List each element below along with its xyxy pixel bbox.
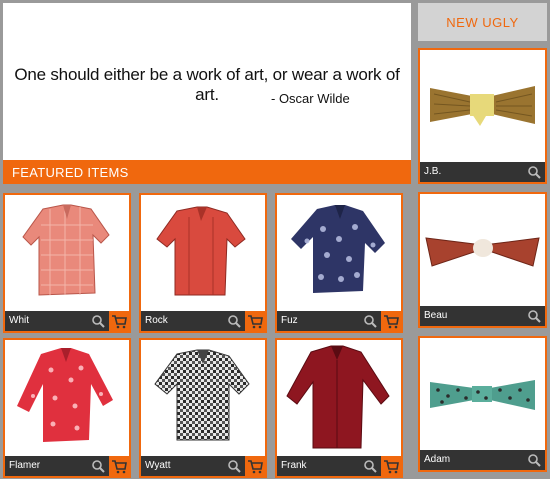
cart-icon [112,315,127,329]
product-card-rock[interactable]: Rock [139,193,267,333]
product-name: Adam [424,454,451,465]
shirt-image [156,206,246,296]
bowtie-image [425,237,540,267]
cart-icon [384,460,399,474]
shirt-image [286,345,390,449]
card-footer: Wyatt [141,456,265,476]
card-footer: J.B. [420,162,545,182]
cart-icon [248,460,263,474]
add-to-cart-button[interactable] [245,311,265,331]
featured-items-title: FEATURED ITEMS [12,165,129,180]
bowtie-card-adam[interactable]: Adam [418,336,547,472]
add-to-cart-button[interactable] [109,311,129,331]
product-name: Flamer [9,460,41,471]
card-footer: Fuz [277,311,401,331]
product-card-whit[interactable]: Whit [3,193,131,333]
bowtie-card-jb[interactable]: J.B. [418,48,547,184]
quote-author: - Oscar Wilde [271,91,350,106]
bowtie-image [430,86,535,126]
product-card-wyatt[interactable]: Wyatt [139,338,267,478]
cart-icon [248,315,263,329]
add-to-cart-button[interactable] [109,456,129,476]
magnifier-icon[interactable] [91,459,105,473]
shirt-image [17,348,113,442]
card-footer: Adam [420,450,545,470]
add-to-cart-button[interactable] [381,456,401,476]
featured-items-header: FEATURED ITEMS [3,160,411,184]
shirt-image [291,205,385,293]
shirt-image [154,349,250,441]
product-name: Beau [424,310,448,321]
cart-icon [112,460,127,474]
card-footer: Whit [5,311,129,331]
cart-icon [384,315,399,329]
product-name: J.B. [424,166,442,177]
new-ugly-label: NEW UGLY [446,14,519,30]
product-name: Wyatt [145,460,171,471]
product-card-fuz[interactable]: Fuz [275,193,403,333]
card-footer: Frank [277,456,401,476]
product-card-frank[interactable]: Frank [275,338,403,478]
card-footer: Flamer [5,456,129,476]
card-footer: Beau [420,306,545,326]
product-name: Rock [145,315,168,326]
bowtie-image [430,380,535,410]
new-ugly-button[interactable]: NEW UGLY [418,3,547,41]
shirt-image [22,204,110,296]
card-footer: Rock [141,311,265,331]
magnifier-icon[interactable] [363,314,377,328]
magnifier-icon[interactable] [363,459,377,473]
magnifier-icon[interactable] [527,165,541,179]
magnifier-icon[interactable] [227,459,241,473]
quote-text: One should either be a work of art, or w… [14,65,400,104]
product-name: Frank [281,460,307,471]
add-to-cart-button[interactable] [381,311,401,331]
bowtie-card-beau[interactable]: Beau [418,192,547,328]
product-name: Whit [9,315,29,326]
magnifier-icon[interactable] [527,453,541,467]
product-name: Fuz [281,315,298,326]
add-to-cart-button[interactable] [245,456,265,476]
product-card-flamer[interactable]: Flamer [3,338,131,478]
quote-panel: One should either be a work of art, or w… [3,3,411,160]
magnifier-icon[interactable] [227,314,241,328]
magnifier-icon[interactable] [527,309,541,323]
magnifier-icon[interactable] [91,314,105,328]
